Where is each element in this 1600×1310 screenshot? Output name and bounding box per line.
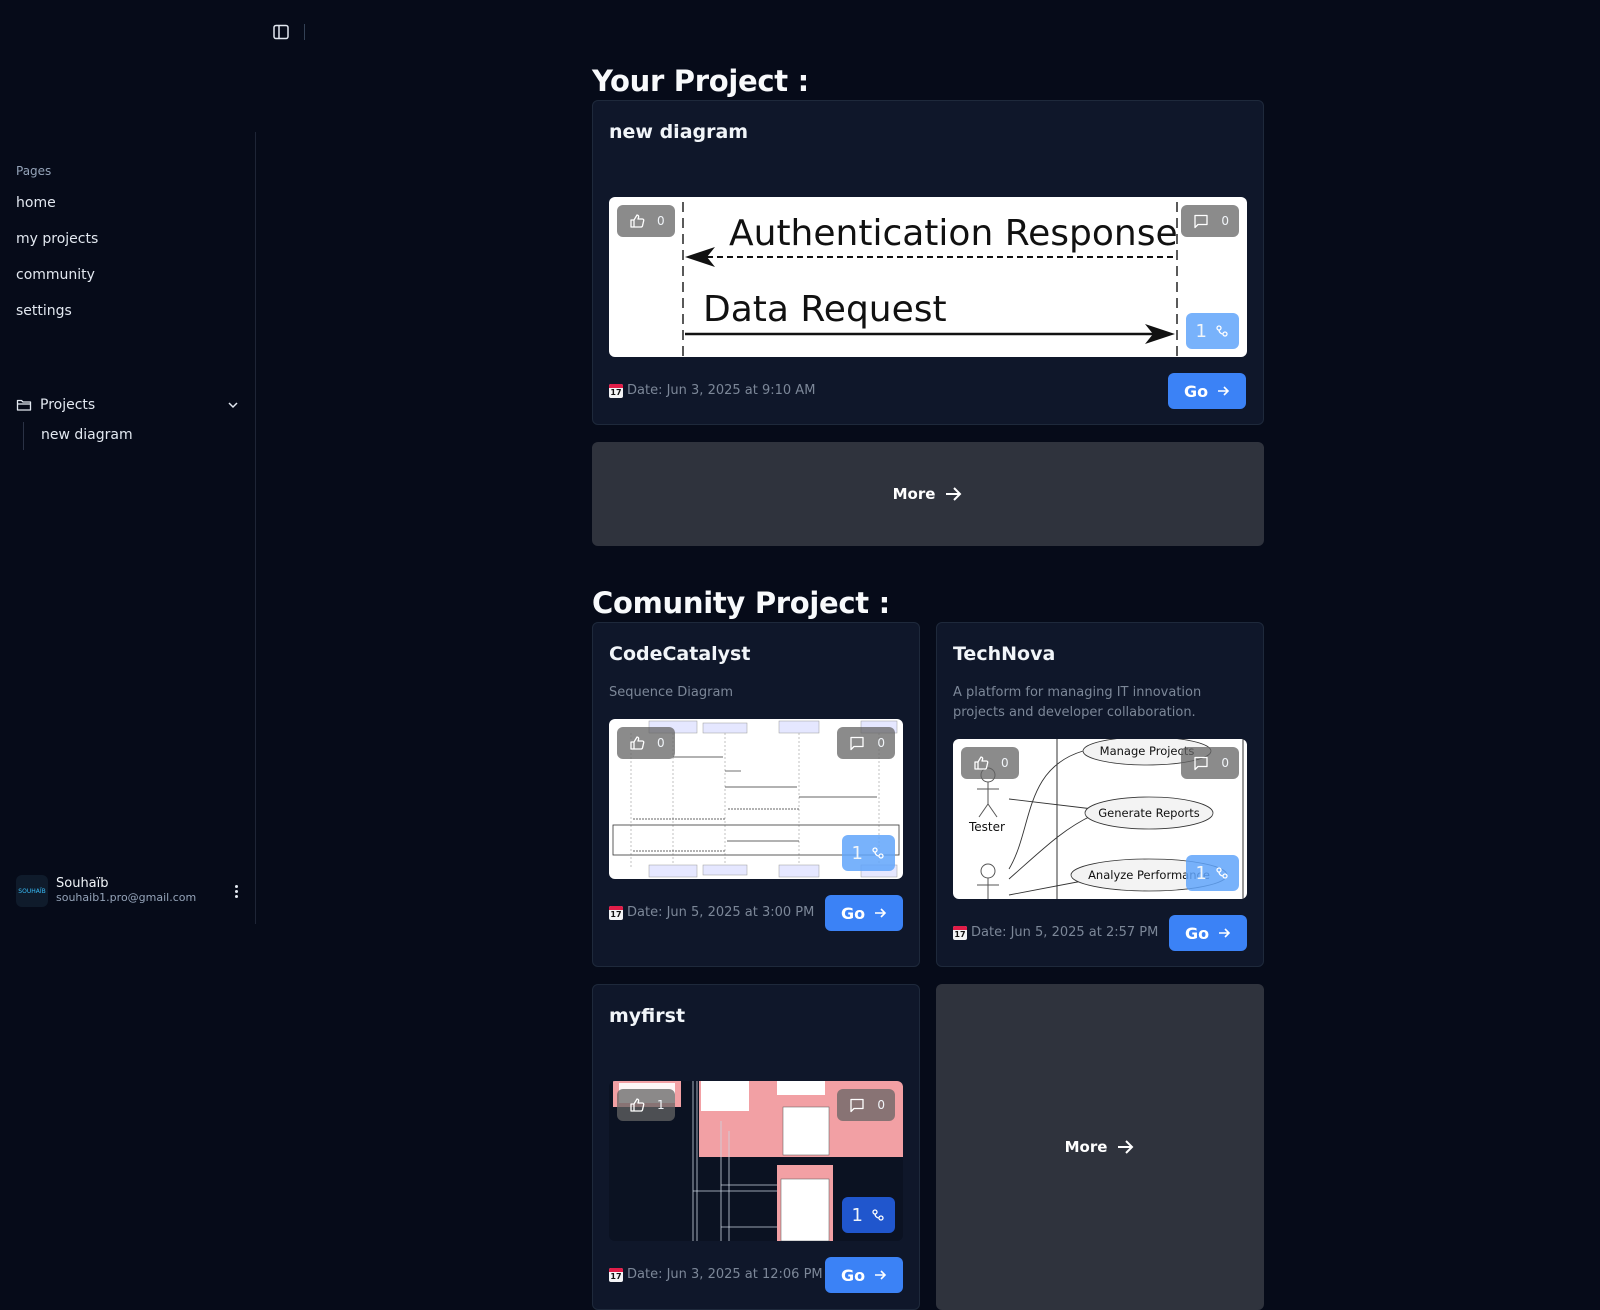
project-title: new diagram xyxy=(609,121,749,143)
project-title: myfirst xyxy=(609,1005,686,1027)
project-date: 17 Date: Jun 5, 2025 at 2:57 PM xyxy=(953,925,1159,940)
go-button[interactable]: Go xyxy=(1169,915,1247,951)
message-square-icon xyxy=(1194,214,1209,229)
toolbar-separator xyxy=(304,24,305,40)
arrow-right-icon xyxy=(1219,928,1231,938)
chevron-down-icon xyxy=(228,402,238,409)
pages-section-label: Pages xyxy=(16,164,52,178)
sidebar-item-community[interactable]: community xyxy=(16,267,95,283)
community-card-codecatalyst: CodeCatalyst Sequence Diagram 0 0 1 17 D… xyxy=(592,622,920,967)
sequence-diagram-thumbnail: Authentication Response Data Request xyxy=(682,202,1178,357)
panel-left-icon xyxy=(273,24,289,40)
more-your-projects-button[interactable]: More xyxy=(592,442,1264,546)
thumbs-up-icon xyxy=(630,736,645,750)
projects-collapsible[interactable]: Projects xyxy=(16,394,240,416)
calendar-icon: 17 xyxy=(953,925,967,940)
project-description: A platform for managing IT innovation pr… xyxy=(953,685,1202,720)
sidebar-project-new-diagram[interactable]: new diagram xyxy=(41,427,133,443)
your-project-heading: Your Project : xyxy=(592,64,809,98)
comment-button[interactable]: 0 xyxy=(837,727,895,759)
diagram-label-data-request: Data Request xyxy=(703,289,947,330)
comment-count: 0 xyxy=(1221,214,1229,228)
sidebar-item-my-projects[interactable]: my projects xyxy=(16,231,98,247)
fork-button[interactable]: 1 xyxy=(1185,313,1239,349)
thumbs-up-icon xyxy=(630,214,645,228)
community-project-heading: Comunity Project : xyxy=(592,586,890,620)
more-community-projects-button[interactable]: More xyxy=(936,984,1264,1310)
like-button[interactable]: 0 xyxy=(617,727,675,759)
arrow-right-icon xyxy=(875,1270,887,1280)
project-description: Sequence Diagram xyxy=(609,685,734,700)
fork-count: 1 xyxy=(1195,862,1207,884)
like-count: 0 xyxy=(657,214,665,228)
project-date: 17 Date: Jun 5, 2025 at 3:00 PM xyxy=(609,905,815,920)
fork-button[interactable]: 1 xyxy=(1185,855,1239,891)
project-card-new-diagram: new diagram Authentication Response Data… xyxy=(592,100,1264,425)
use-case-generate-reports: Generate Reports xyxy=(1098,806,1199,820)
project-date: 17 Date: Jun 3, 2025 at 9:10 AM xyxy=(609,383,816,398)
git-fork-icon xyxy=(1216,325,1228,337)
calendar-icon: 17 xyxy=(609,905,623,920)
thumbs-up-icon xyxy=(974,756,989,770)
git-fork-icon xyxy=(872,1209,884,1221)
comment-count: 0 xyxy=(877,736,885,750)
calendar-icon: 17 xyxy=(609,383,623,398)
fork-count: 1 xyxy=(851,842,863,864)
thumbs-up-icon xyxy=(630,1098,645,1112)
git-fork-icon xyxy=(872,847,884,859)
comment-button[interactable]: 0 xyxy=(1181,205,1239,237)
diagram-label-auth-response: Authentication Response xyxy=(729,213,1178,254)
sidebar: Pages home my projects community setting… xyxy=(0,0,256,1310)
user-profile[interactable]: SOUHAÏB Souhaïb souhaib1.pro@gmail.com xyxy=(16,875,244,907)
project-title: TechNova xyxy=(953,643,1056,665)
sidebar-item-home[interactable]: home xyxy=(16,195,56,211)
fork-button[interactable]: 1 xyxy=(841,835,895,871)
comment-button[interactable]: 0 xyxy=(1181,747,1239,779)
like-button[interactable]: 0 xyxy=(617,205,675,237)
projects-label: Projects xyxy=(40,397,96,413)
avatar: SOUHAÏB xyxy=(16,875,48,907)
comment-count: 0 xyxy=(1221,756,1229,770)
arrow-right-icon xyxy=(875,908,887,918)
comment-count: 0 xyxy=(877,1098,885,1112)
more-vertical-icon[interactable] xyxy=(228,879,244,903)
tree-guide-line xyxy=(23,422,24,450)
go-button[interactable]: Go xyxy=(825,895,903,931)
message-square-icon xyxy=(850,736,865,751)
message-square-icon xyxy=(850,1098,865,1113)
go-button[interactable]: Go xyxy=(1168,373,1246,409)
arrow-right-icon xyxy=(1118,1140,1134,1154)
diagram-preview[interactable]: 1 0 1 xyxy=(609,1081,903,1241)
folder-icon xyxy=(16,399,32,411)
like-count: 0 xyxy=(657,736,665,750)
sidebar-item-settings[interactable]: settings xyxy=(16,303,72,319)
message-square-icon xyxy=(1194,756,1209,771)
diagram-preview[interactable]: Tester Manage Projects Generate Reports … xyxy=(953,739,1247,899)
fork-count: 1 xyxy=(1195,320,1207,342)
go-button[interactable]: Go xyxy=(825,1257,903,1293)
like-button[interactable]: 0 xyxy=(961,747,1019,779)
community-card-technova: TechNova A platform for managing IT inno… xyxy=(936,622,1264,967)
fork-button[interactable]: 1 xyxy=(841,1197,895,1233)
diagram-preview[interactable]: 0 0 1 xyxy=(609,719,903,879)
arrow-right-icon xyxy=(946,487,962,501)
like-count: 1 xyxy=(657,1098,665,1112)
community-card-myfirst: myfirst 1 0 1 17 Date: Jun 3, 2025 at 12… xyxy=(592,984,920,1310)
sidebar-divider xyxy=(255,132,256,924)
fork-count: 1 xyxy=(851,1204,863,1226)
like-count: 0 xyxy=(1001,756,1009,770)
diagram-preview[interactable]: Authentication Response Data Request 0 0… xyxy=(609,197,1247,357)
user-name: Souhaïb xyxy=(56,876,109,892)
like-button[interactable]: 1 xyxy=(617,1089,675,1121)
use-case-manage-projects: Manage Projects xyxy=(1100,744,1195,758)
calendar-icon: 17 xyxy=(609,1267,623,1282)
arrow-right-icon xyxy=(1218,386,1230,396)
git-fork-icon xyxy=(1216,867,1228,879)
project-date: 17 Date: Jun 3, 2025 at 12:06 PM xyxy=(609,1267,823,1282)
sidebar-toggle-button[interactable] xyxy=(272,24,290,40)
actor-label: Tester xyxy=(968,820,1005,834)
project-title: CodeCatalyst xyxy=(609,643,751,665)
user-email: souhaib1.pro@gmail.com xyxy=(56,891,197,905)
comment-button[interactable]: 0 xyxy=(837,1089,895,1121)
